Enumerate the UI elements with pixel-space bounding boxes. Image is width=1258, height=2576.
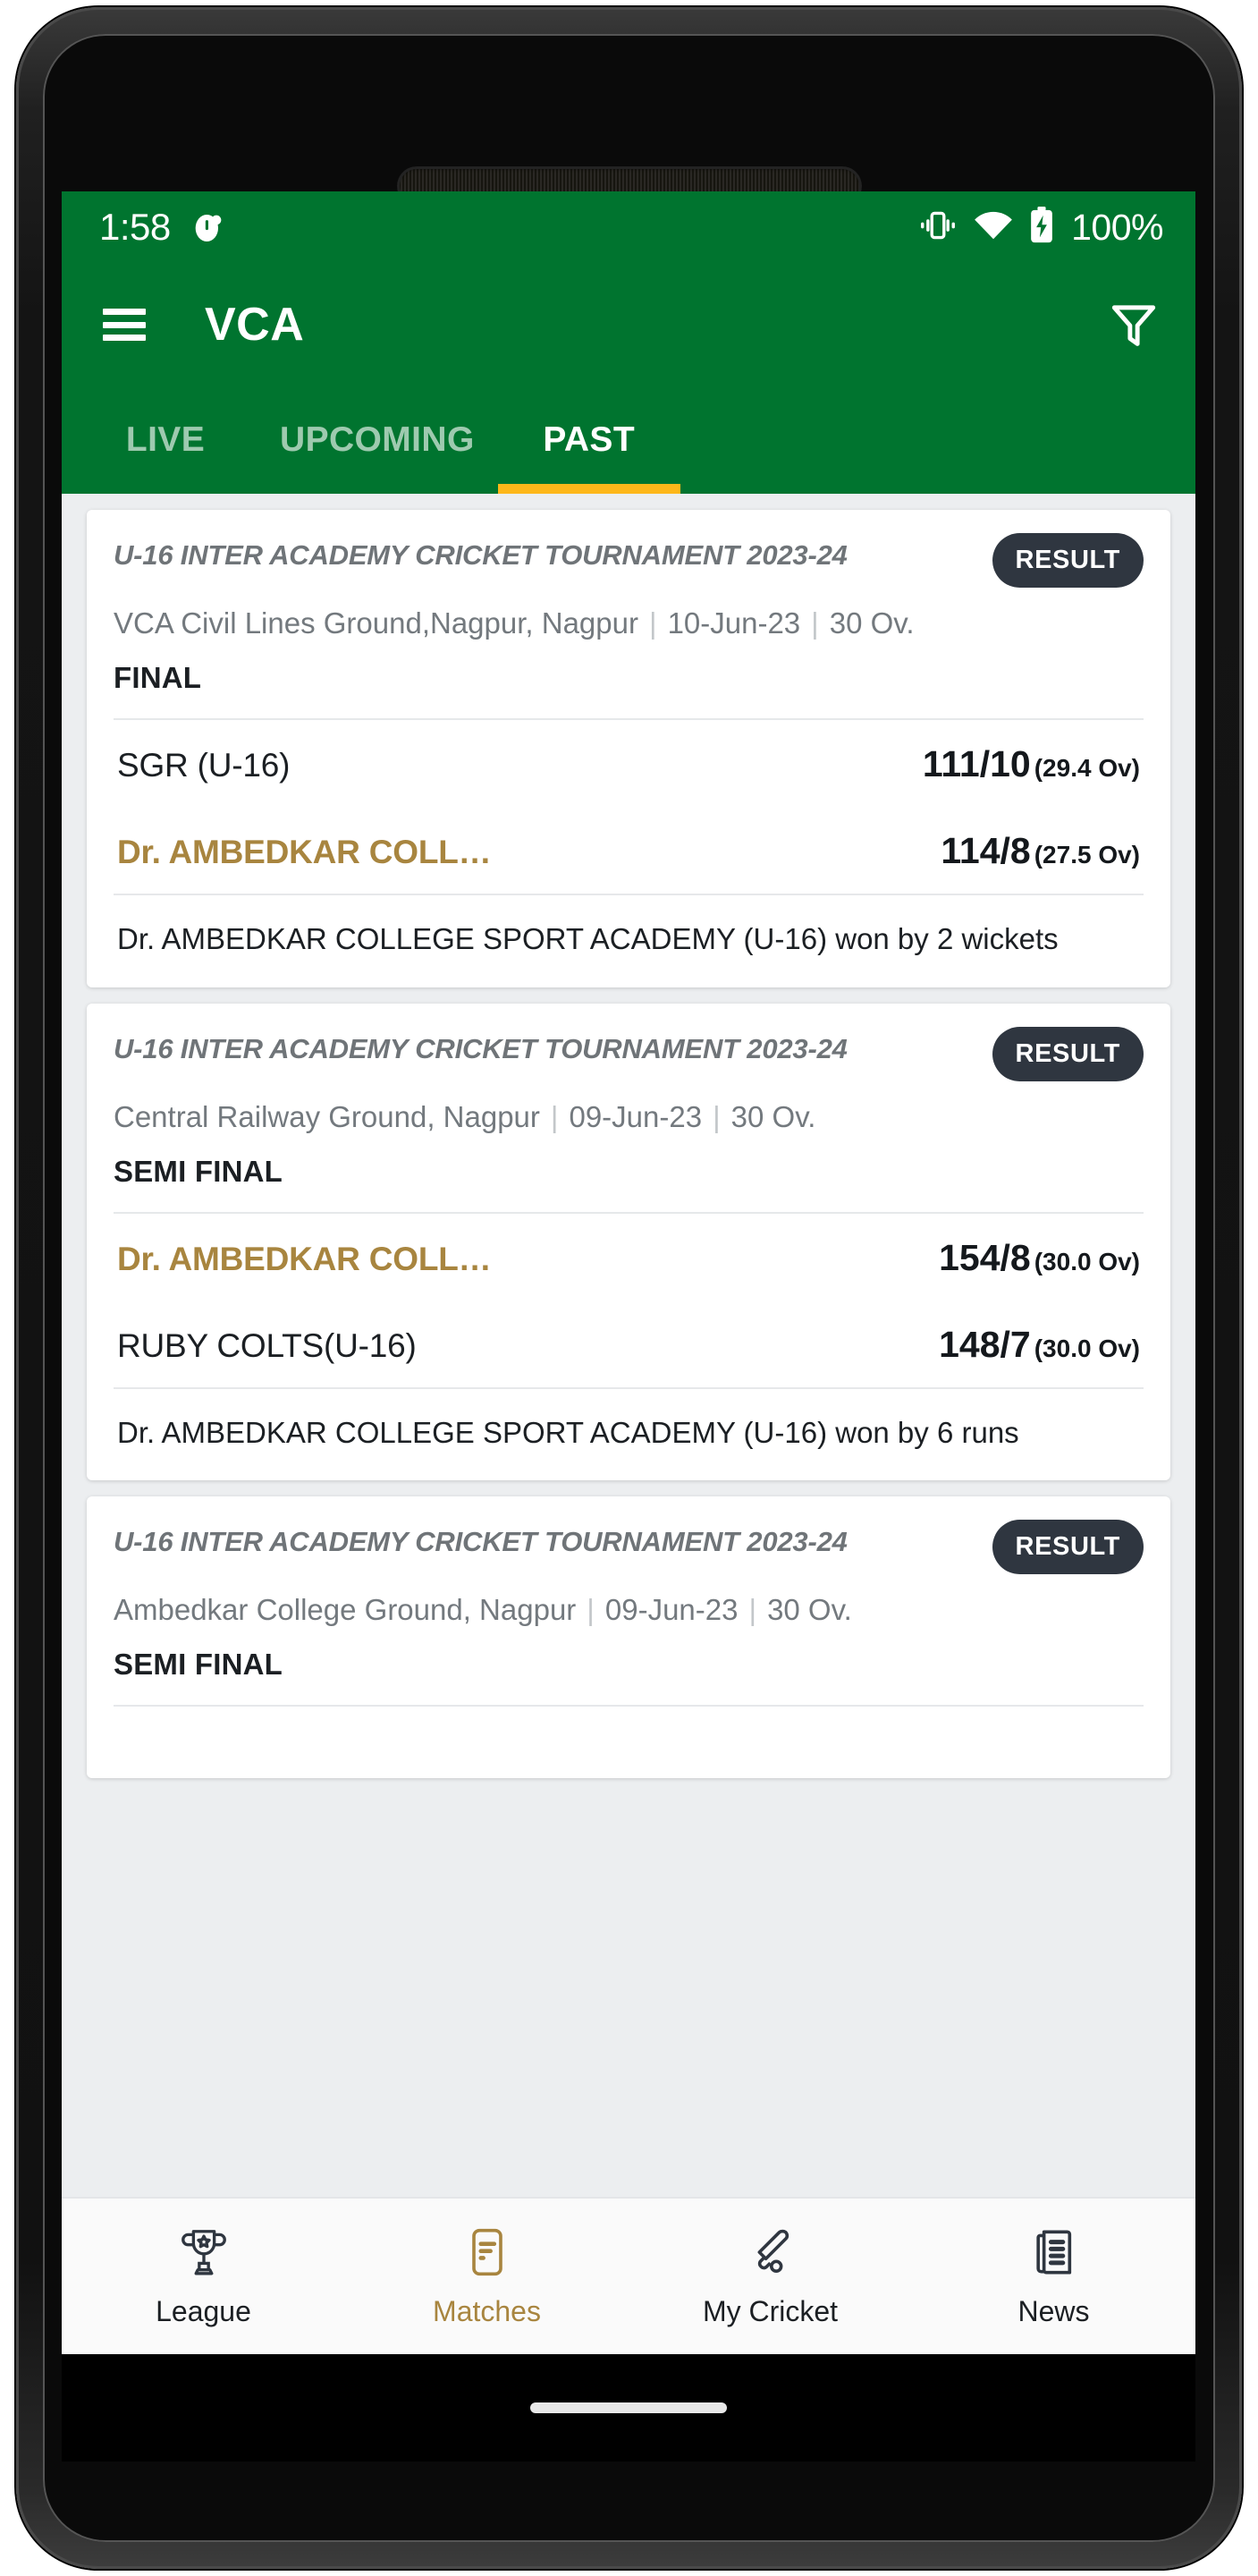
team-score: 154/8 (30.0 Ov) — [939, 1237, 1140, 1279]
team-name: SGR (U-16) — [117, 746, 291, 784]
cricket-bat-icon — [743, 2224, 798, 2284]
battery-charging-icon — [1029, 206, 1054, 249]
filter-funnel-icon[interactable] — [1106, 297, 1161, 352]
match-overs: 30 Ov. — [829, 606, 915, 640]
card-header: U-16 INTER ACADEMY CRICKET TOURNAMENT 20… — [114, 1026, 1144, 1081]
match-result-text: Dr. AMBEDKAR COLLEGE SPORT ACADEMY (U-16… — [114, 893, 1144, 987]
vibrate-icon — [918, 208, 958, 248]
tab-upcoming[interactable]: UPCOMING — [257, 386, 498, 494]
match-result-text: Dr. AMBEDKAR COLLEGE SPORT ACADEMY (U-16… — [114, 1386, 1144, 1481]
match-overs: 30 Ov. — [730, 1099, 816, 1133]
team-row: Dr. AMBEDKAR COLL… 114/8 (27.5 Ov) — [114, 807, 1144, 894]
team-name: RUBY COLTS(U-16) — [117, 1326, 417, 1364]
match-date: 09-Jun-23 — [569, 1099, 703, 1133]
score-overs: (30.0 Ov) — [1034, 1334, 1140, 1362]
nav-label: My Cricket — [702, 2295, 839, 2327]
match-card[interactable]: U-16 INTER ACADEMY CRICKET TOURNAMENT 20… — [87, 510, 1170, 987]
nav-label: News — [1017, 2295, 1090, 2327]
status-bar-icons: 100% — [918, 206, 1163, 249]
score-runs-wickets: 148/7 — [939, 1323, 1031, 1365]
meta-separator: | — [587, 1593, 595, 1627]
match-meta: Central Railway Ground, Nagpur | 09-Jun-23… — [114, 1096, 1144, 1139]
team-row: RUBY COLTS(U-16) 148/7 (30.0 Ov) — [114, 1301, 1144, 1387]
team-name: Dr. AMBEDKAR COLL… — [117, 1240, 492, 1277]
team-row: SGR (U-16) 111/10 (29.4 Ov) — [114, 720, 1144, 807]
bottom-navigation-bar: League Matches My Cricket News — [62, 2197, 1195, 2354]
nav-item-my-cricket[interactable]: My Cricket — [629, 2224, 912, 2328]
meta-separator: | — [648, 606, 657, 640]
status-bar: 1:58 100% — [62, 191, 1195, 263]
meta-separator: | — [748, 1593, 757, 1627]
battery-percent-label: 100% — [1071, 206, 1163, 248]
match-date: 10-Jun-23 — [667, 606, 801, 640]
venue-label: VCA Civil Lines Ground,Nagpur, Nagpur — [114, 606, 638, 640]
nav-item-news[interactable]: News — [912, 2224, 1195, 2328]
meta-separator: | — [550, 1099, 559, 1133]
score-overs: (27.5 Ov) — [1034, 840, 1140, 869]
score-overs: (30.0 Ov) — [1034, 1247, 1140, 1275]
document-icon — [460, 2224, 515, 2284]
phone-screen: 1:58 100% VCA LIVE UPCOMING PAST U-16 IN… — [62, 191, 1195, 2354]
match-stage: SEMI FINAL — [114, 1648, 283, 1682]
page-title: VCA — [205, 299, 305, 351]
team-score: 111/10 (29.4 Ov) — [923, 743, 1140, 785]
newspaper-icon — [1026, 2224, 1082, 2284]
status-badge: RESULT — [992, 533, 1144, 588]
team-score: 148/7 (30.0 Ov) — [939, 1324, 1140, 1366]
score-overs: (29.4 Ov) — [1034, 753, 1140, 782]
nav-item-league[interactable]: League — [62, 2224, 345, 2328]
team-name: Dr. AMBEDKAR COLL… — [117, 833, 492, 870]
hamburger-menu-icon[interactable] — [103, 309, 146, 341]
tab-bar: LIVE UPCOMING PAST — [62, 386, 1195, 494]
card-header: U-16 INTER ACADEMY CRICKET TOURNAMENT 20… — [114, 533, 1144, 588]
score-runs-wickets: 114/8 — [941, 829, 1031, 871]
score-runs-wickets: 154/8 — [939, 1236, 1031, 1278]
match-date: 09-Jun-23 — [604, 1593, 739, 1627]
alarm-icon — [190, 209, 226, 245]
match-card[interactable]: U-16 INTER ACADEMY CRICKET TOURNAMENT 20… — [87, 1496, 1170, 1779]
match-meta: Ambedkar College Ground, Nagpur | 09-Jun-2… — [114, 1589, 1144, 1631]
status-bar-time: 1:58 — [99, 206, 171, 248]
nav-item-matches[interactable]: Matches — [345, 2224, 629, 2328]
venue-label: Central Railway Ground, Nagpur — [114, 1099, 540, 1133]
team-score: 114/8 (27.5 Ov) — [941, 830, 1140, 872]
team-row: Dr. AMBEDKAR COLL… 154/8 (30.0 Ov) — [114, 1214, 1144, 1301]
tournament-name: U-16 INTER ACADEMY CRICKET TOURNAMENT 20… — [114, 1526, 848, 1558]
venue-label: Ambedkar College Ground, Nagpur — [114, 1593, 577, 1627]
meta-separator: | — [811, 606, 819, 640]
android-gesture-nav-area — [62, 2354, 1195, 2462]
nav-label: Matches — [433, 2295, 541, 2327]
match-meta: VCA Civil Lines Ground,Nagpur, Nagpur | 10… — [114, 602, 1144, 645]
gesture-home-bar[interactable] — [530, 2402, 727, 2413]
tab-past[interactable]: PAST — [497, 386, 680, 494]
nav-label: League — [156, 2295, 251, 2327]
app-bar: VCA — [62, 263, 1195, 386]
status-badge: RESULT — [992, 1520, 1144, 1575]
trophy-icon — [176, 2224, 232, 2284]
match-list[interactable]: U-16 INTER ACADEMY CRICKET TOURNAMENT 20… — [62, 494, 1195, 2197]
match-stage: SEMI FINAL — [114, 1154, 283, 1188]
meta-separator: | — [713, 1099, 721, 1133]
tab-live[interactable]: LIVE — [74, 386, 257, 494]
tournament-name: U-16 INTER ACADEMY CRICKET TOURNAMENT 20… — [114, 539, 848, 571]
match-overs: 30 Ov. — [767, 1593, 852, 1627]
wifi-icon — [973, 208, 1014, 247]
score-runs-wickets: 111/10 — [922, 742, 1031, 784]
card-header: U-16 INTER ACADEMY CRICKET TOURNAMENT 20… — [114, 1520, 1144, 1575]
tournament-name: U-16 INTER ACADEMY CRICKET TOURNAMENT 20… — [114, 1032, 848, 1064]
match-card[interactable]: U-16 INTER ACADEMY CRICKET TOURNAMENT 20… — [87, 1003, 1170, 1481]
match-stage: FINAL — [114, 660, 202, 694]
status-badge: RESULT — [992, 1026, 1144, 1081]
